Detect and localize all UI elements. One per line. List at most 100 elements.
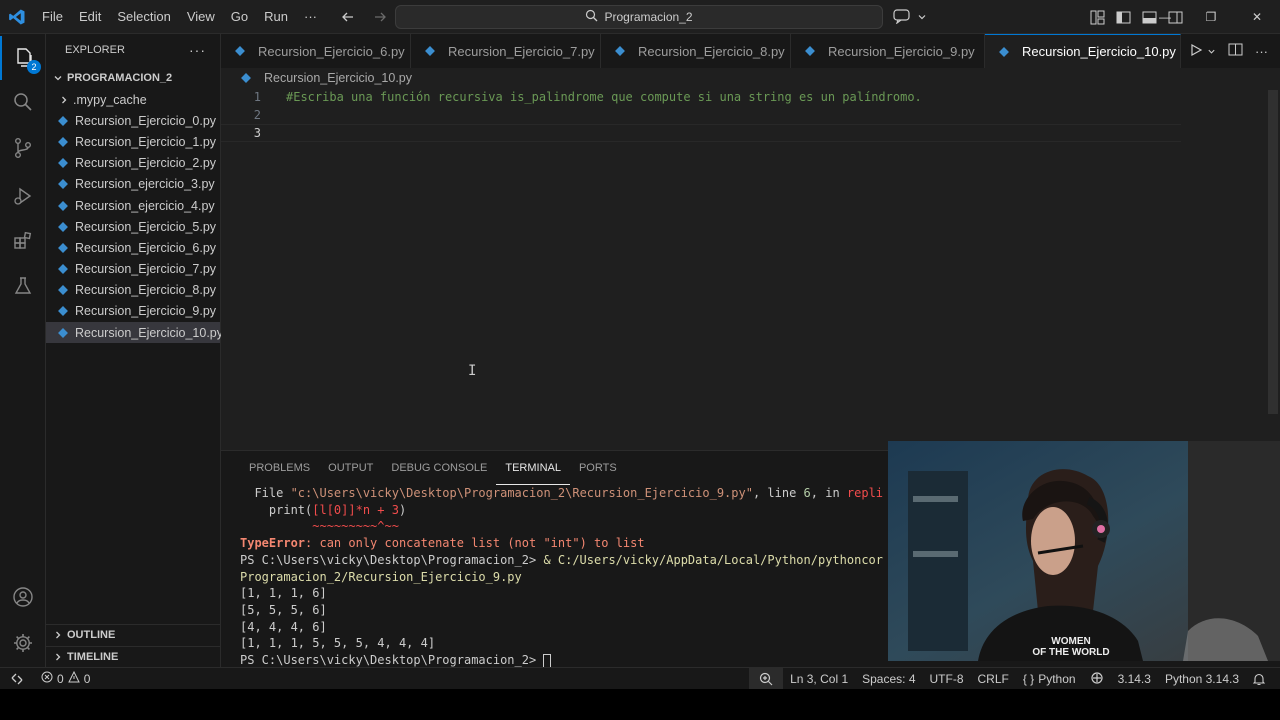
file-item[interactable]: Recursion_Ejercicio_1.py <box>46 131 220 152</box>
indentation[interactable]: Spaces: 4 <box>855 668 922 690</box>
tab-output[interactable]: OUTPUT <box>319 451 382 485</box>
tab-debug-console[interactable]: DEBUG CONSOLE <box>382 451 496 485</box>
zoom-icon[interactable] <box>749 668 784 690</box>
error-message: : can only concatenate list (not "int") … <box>305 536 645 551</box>
file-item[interactable]: Recursion_Ejercicio_0.py <box>46 110 220 131</box>
back-arrow-icon[interactable] <box>338 7 358 27</box>
tree-item-label: Recursion_Ejercicio_6.py <box>75 240 217 255</box>
tab-recursion-8[interactable]: Recursion_Ejercicio_8.py <box>601 34 791 68</box>
terminal-output[interactable]: File "c:\Users\vicky\Desktop\Programacio… <box>240 485 890 668</box>
tree-item-label: Recursion_Ejercicio_9.py <box>75 304 217 319</box>
problems-status[interactable]: 0 0 <box>34 668 97 690</box>
testing-icon[interactable] <box>0 264 46 308</box>
terminal-prompt: PS C:\Users\vicky\Desktop\Programacion_2… <box>240 653 544 668</box>
explorer-icon[interactable]: 2 <box>0 36 46 80</box>
notifications-bell-icon[interactable] <box>1246 668 1272 690</box>
more-actions-icon[interactable]: ··· <box>189 42 206 58</box>
close-icon[interactable]: ✕ <box>1234 0 1280 34</box>
tree-item-label: Recursion_Ejercicio_0.py <box>75 113 217 128</box>
terminal-prompt: PS C:\Users\vicky\Desktop\Programacion_2… <box>240 552 544 567</box>
editor-scrollbar[interactable] <box>1268 90 1278 414</box>
minimize-icon[interactable]: — <box>1142 0 1188 34</box>
warning-icon <box>67 670 80 686</box>
toggle-primary-sidebar-icon[interactable] <box>1114 8 1132 26</box>
menu-go[interactable]: Go <box>223 0 256 34</box>
copilot-button[interactable] <box>893 6 941 28</box>
python-interpreter[interactable]: Python 3.14.3 <box>1158 668 1246 690</box>
language-mode[interactable]: { } Python <box>1016 668 1083 690</box>
tab-recursion-7[interactable]: Recursion_Ejercicio_7.py <box>411 34 601 68</box>
file-item[interactable]: Recursion_ejercicio_4.py <box>46 195 220 216</box>
terminal-path: "c:\Users\vicky\Desktop\Programacion_2\R… <box>290 486 753 500</box>
tab-recursion-10[interactable]: Recursion_Ejercicio_10.py <box>985 34 1181 68</box>
python-version[interactable]: 3.14.3 <box>1111 668 1158 690</box>
chevron-down-icon[interactable] <box>1207 44 1216 59</box>
extensions-icon[interactable] <box>0 219 46 263</box>
menu-view[interactable]: View <box>179 0 223 34</box>
encoding[interactable]: UTF-8 <box>923 668 971 690</box>
forward-arrow-icon[interactable] <box>370 7 390 27</box>
source-control-icon[interactable] <box>0 126 46 170</box>
folder-item[interactable]: .mypy_cache <box>46 89 220 110</box>
menu-edit[interactable]: Edit <box>71 0 109 34</box>
breadcrumb-file[interactable]: Recursion_Ejercicio_10.py <box>264 71 412 85</box>
search-view-icon[interactable] <box>0 80 46 124</box>
code-editor[interactable]: 1 #Escriba una función recursiva is_pali… <box>221 88 1280 450</box>
file-item[interactable]: Recursion_Ejercicio_5.py <box>46 216 220 237</box>
file-item[interactable]: Recursion_Ejercicio_6.py <box>46 237 220 258</box>
breadcrumb: Recursion_Ejercicio_10.py <box>221 68 1280 88</box>
chevron-right-icon <box>58 95 70 105</box>
python-file-icon <box>58 221 68 232</box>
menu-file[interactable]: File <box>34 0 71 34</box>
terminal-text: , in <box>810 486 847 500</box>
tab-recursion-9[interactable]: Recursion_Ejercicio_9.py <box>791 34 985 68</box>
terminal-cursor <box>543 653 552 668</box>
terminal-line: File "c:\Users\vicky\Desktop\Programacio… <box>240 485 890 502</box>
python-file-icon <box>805 46 815 56</box>
error-count: 0 <box>57 671 64 686</box>
run-debug-icon[interactable] <box>0 174 46 218</box>
tab-terminal[interactable]: TERMINAL <box>496 451 570 485</box>
command-center-search[interactable]: Programacion_2 <box>395 5 883 29</box>
letterbox-bar <box>0 689 1280 720</box>
tab-problems[interactable]: PROBLEMS <box>240 451 319 485</box>
more-actions-icon[interactable]: ··· <box>1255 44 1268 59</box>
workspace-folder-name: PROGRAMACION_2 <box>67 72 173 84</box>
file-item[interactable]: Recursion_Ejercicio_8.py <box>46 280 220 301</box>
terminal-line: PS C:\Users\vicky\Desktop\Programacion_2… <box>240 552 890 569</box>
file-item[interactable]: Recursion_Ejercicio_10.py <box>46 322 223 344</box>
tab-ports[interactable]: PORTS <box>570 451 626 485</box>
file-item[interactable]: Recursion_ejercicio_3.py <box>46 174 220 195</box>
remote-indicator-icon[interactable] <box>0 668 34 690</box>
python-env[interactable] <box>1083 668 1111 690</box>
nav-arrows <box>338 7 390 27</box>
menu-run[interactable]: Run <box>256 0 296 34</box>
customize-layout-icon[interactable] <box>1088 8 1106 26</box>
activity-bar: 2 <box>0 34 46 667</box>
timeline-section[interactable]: TIMELINE <box>46 646 221 667</box>
accounts-icon[interactable] <box>0 575 46 619</box>
line-ending[interactable]: CRLF <box>971 668 1016 690</box>
status-bar: 0 0 Ln 3, Col 1 Spaces: 4 UTF-8 CRLF { }… <box>0 667 1280 690</box>
outline-section[interactable]: OUTLINE <box>46 624 221 645</box>
terminal-output-line: [1, 1, 1, 6] <box>240 586 327 601</box>
split-editor-icon[interactable] <box>1228 42 1243 60</box>
workspace-folder-header[interactable]: PROGRAMACION_2 <box>46 67 220 89</box>
language-label: Python <box>1038 672 1076 686</box>
editor-actions: ··· <box>1189 34 1268 68</box>
cursor-position[interactable]: Ln 3, Col 1 <box>783 668 855 690</box>
run-python-file-icon[interactable] <box>1189 43 1203 60</box>
file-item[interactable]: Recursion_Ejercicio_9.py <box>46 301 220 322</box>
file-item[interactable]: Recursion_Ejercicio_7.py <box>46 259 220 280</box>
restore-icon[interactable]: ❐ <box>1188 0 1234 34</box>
menu-selection[interactable]: Selection <box>109 0 178 34</box>
file-item[interactable]: Recursion_Ejercicio_2.py <box>46 153 220 174</box>
tab-label: Recursion_Ejercicio_9.py <box>828 43 975 59</box>
warning-count: 0 <box>83 671 91 686</box>
menu-more[interactable]: ··· <box>296 0 325 34</box>
terminal-output-line: [1, 1, 1, 5, 5, 5, 4, 4, 4] <box>240 636 436 651</box>
tab-recursion-6[interactable]: Recursion_Ejercicio_6.py <box>221 34 411 68</box>
settings-gear-icon[interactable] <box>0 621 46 665</box>
terminal-squiggle: ~~~~~~~~~^~~ <box>240 519 399 534</box>
terminal-output-line: [5, 5, 5, 6] <box>240 602 327 617</box>
